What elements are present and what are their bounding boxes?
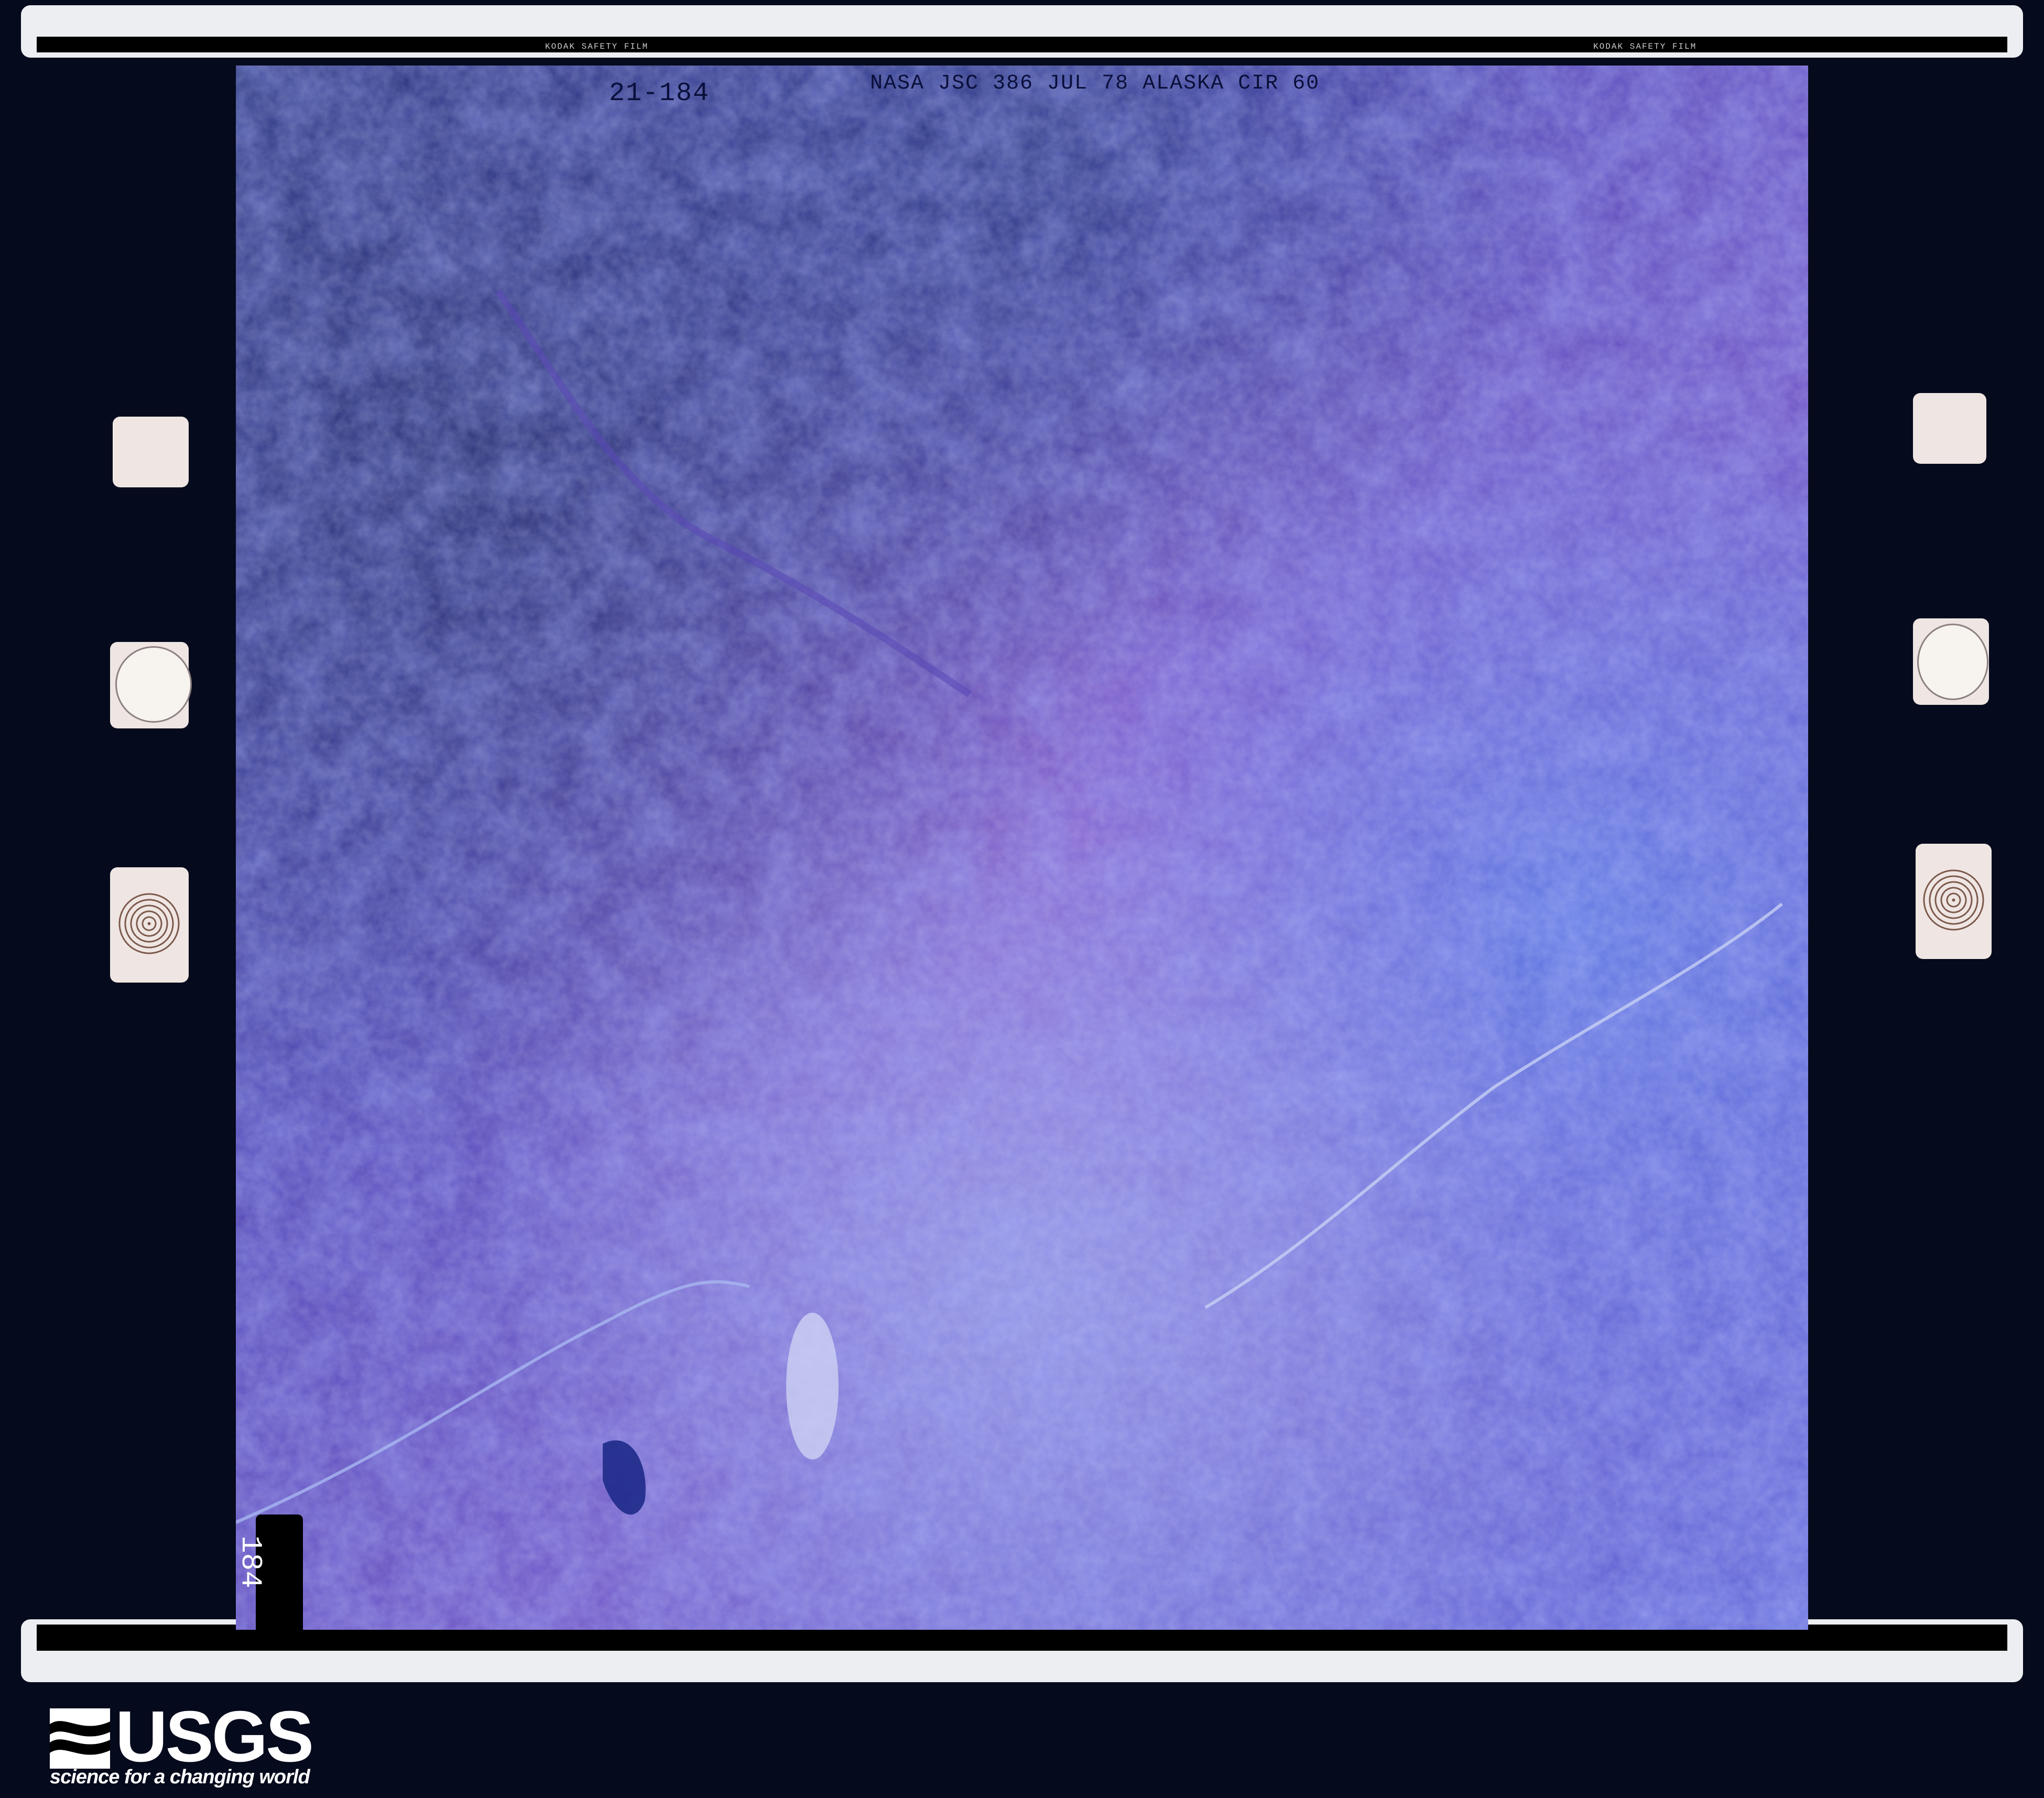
fiducial-target-icon (1921, 867, 1986, 933)
photo-header-annotation: NASA JSC 386 JUL 78 ALASKA CIR 60 (870, 72, 1320, 95)
usgs-wave-icon (50, 1708, 110, 1769)
film-rail-top: KODAK SAFETY FILM KODAK SAFETY FILM (21, 5, 2023, 58)
photo-frame-id: 21-184 (609, 79, 710, 108)
usgs-logo: USGS science for a changing world (50, 1701, 291, 1790)
scanned-film-frame: KODAK SAFETY FILM KODAK SAFETY FILM 21-1… (0, 0, 2044, 1798)
usgs-tagline: science for a changing world (50, 1766, 310, 1789)
clock-icon (1917, 624, 1988, 700)
film-edge-text-right: KODAK SAFETY FILM (1593, 42, 1697, 51)
film-rail-top-strip (37, 37, 2007, 52)
right-clock-chip (1913, 618, 1989, 705)
right-data-chip (1913, 393, 1986, 464)
left-data-chip (113, 417, 189, 487)
frame-number-tab: 184 (256, 1514, 303, 1635)
frame-number-text: 184 (234, 1535, 267, 1588)
clock-icon (115, 646, 192, 723)
aerial-photograph: 21-184 NASA JSC 386 JUL 78 ALASKA CIR 60 (236, 66, 1808, 1630)
film-edge-text-left: KODAK SAFETY FILM (545, 42, 648, 51)
terrain-image (236, 66, 1808, 1630)
left-target-chip (110, 867, 189, 983)
left-clock-chip (110, 642, 189, 728)
fiducial-target-icon (116, 891, 182, 956)
right-target-chip (1916, 844, 1992, 959)
